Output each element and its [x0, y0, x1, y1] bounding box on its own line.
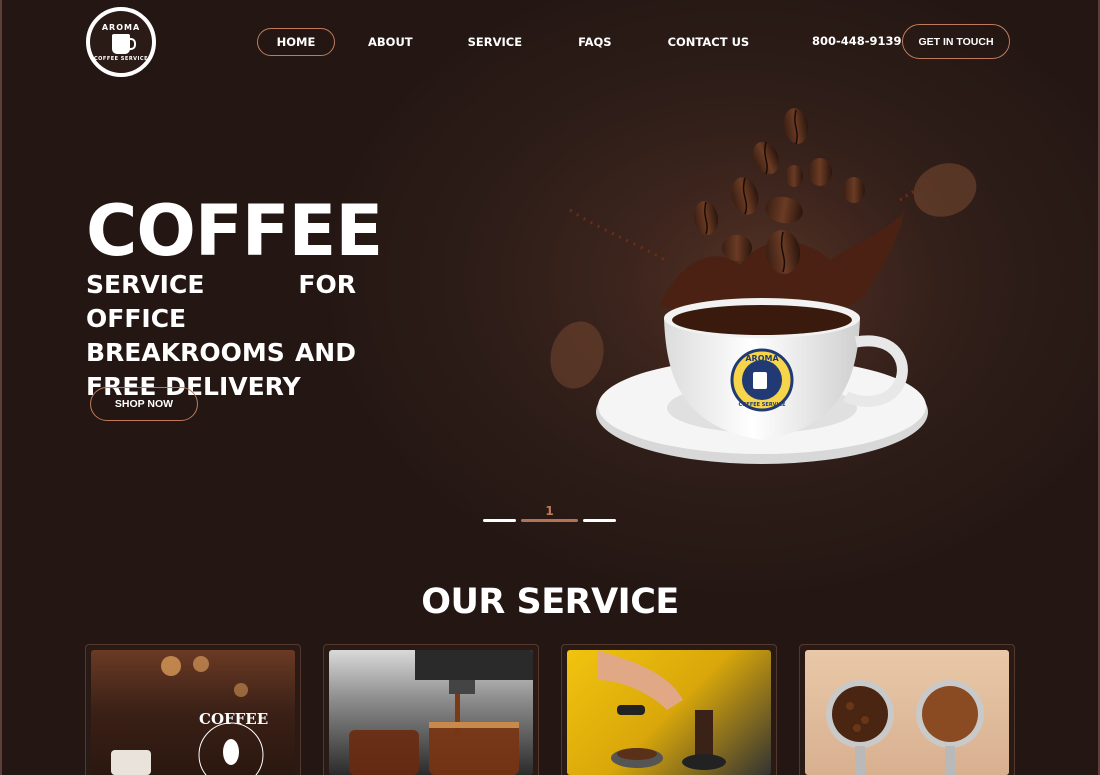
espresso-machine-image — [329, 650, 533, 775]
service-card[interactable] — [561, 644, 777, 775]
service-card[interactable] — [799, 644, 1015, 775]
service-card[interactable] — [323, 644, 539, 775]
main-nav: HOME ABOUT SERVICE FAQS CONTACT US — [257, 28, 749, 56]
service-cards: COFFEE — [85, 644, 1015, 775]
portafilters-illustration — [826, 680, 984, 775]
section-title: OUR SERVICE — [421, 582, 679, 622]
slide-active-bar — [521, 519, 578, 522]
cup-logo-bottom: COFFEE SERVICE — [738, 402, 786, 408]
nav-about[interactable]: ABOUT — [368, 28, 413, 56]
hero-subtitle: SERVICE FOR OFFICE BREAKROOMS AND FREE D… — [86, 270, 356, 401]
phone-number[interactable]: 800-448-9139 — [812, 34, 902, 48]
coffee-sign-text: COFFEE — [199, 710, 269, 728]
logo-bottom-text: COFFEE SERVICE — [93, 55, 148, 62]
logo-top-text: AROMA — [101, 22, 141, 32]
hero-title: COFFEE — [86, 190, 383, 272]
slide-number: 1 — [545, 504, 554, 518]
slide-dot-active[interactable]: 1 — [521, 504, 578, 522]
barista-tamping-image — [567, 650, 771, 775]
shop-now-button[interactable]: SHOP NOW — [90, 387, 198, 421]
coffee-cup-image: AROMA COFFEE SERVICE — [550, 108, 977, 500]
slide-dot[interactable] — [483, 519, 516, 522]
brand-logo[interactable]: AROMA COFFEE SERVICE — [86, 7, 156, 77]
cup-logo-top: AROMA — [745, 354, 779, 363]
espresso-illustration — [349, 650, 533, 775]
nav-home[interactable]: HOME — [257, 28, 335, 56]
barista-illustration — [597, 650, 726, 770]
get-in-touch-button[interactable]: GET IN TOUCH — [902, 24, 1010, 59]
hero-slider-indicator: 1 — [483, 504, 616, 522]
service-card[interactable]: COFFEE — [85, 644, 301, 775]
cup-icon — [112, 33, 136, 54]
portafilters-image — [805, 650, 1009, 775]
nav-service[interactable]: SERVICE — [468, 28, 522, 56]
nav-faqs[interactable]: FAQS — [578, 28, 612, 56]
nav-contact-us[interactable]: CONTACT US — [668, 28, 750, 56]
logo-badge: AROMA COFFEE SERVICE — [90, 11, 152, 73]
slide-dot[interactable] — [583, 519, 616, 522]
coffee-shop-image: COFFEE — [91, 650, 295, 775]
